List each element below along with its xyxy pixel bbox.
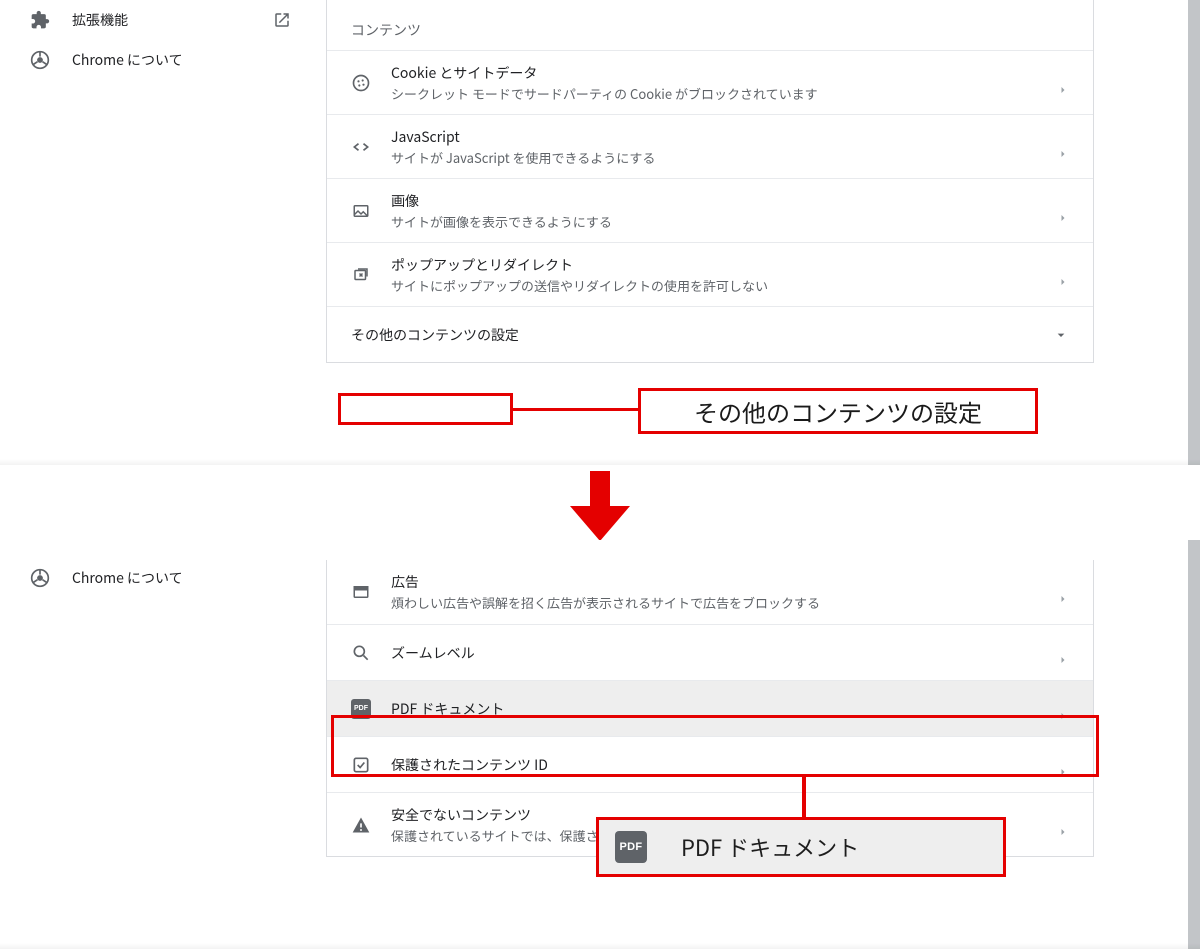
chevron-right-icon: [1057, 647, 1069, 659]
image-icon: [351, 201, 371, 221]
chevron-right-icon: [1057, 141, 1069, 153]
search-icon: [351, 643, 371, 663]
setting-desc: サイトが JavaScript を使用できるようにする: [391, 149, 1037, 167]
setting-desc: サイトが画像を表示できるようにする: [391, 213, 1037, 231]
setting-row-insecure-content[interactable]: 安全でないコンテンツ 保護されているサイトでは、保護されていないコンテンツはデフ…: [327, 792, 1093, 856]
sidebar-top: 拡張機能 Chrome について: [0, 0, 320, 80]
sidebar-item-label: Chrome について: [72, 50, 183, 70]
shield-check-icon: [351, 755, 371, 775]
right-edge-bar: [1188, 0, 1200, 465]
sidebar-item-extensions[interactable]: 拡張機能: [0, 0, 320, 40]
setting-row-popups[interactable]: ポップアップとリダイレクト サイトにポップアップの送信やリダイレクトの使用を許可…: [327, 242, 1093, 306]
sidebar-item-label: 拡張機能: [72, 10, 128, 30]
setting-desc: 煩わしい広告や誤解を招く広告が表示されるサイトで広告をブロックする: [391, 594, 1037, 612]
chevron-right-icon: [1057, 819, 1069, 831]
setting-title: 画像: [391, 191, 1037, 211]
chevron-right-icon: [1057, 205, 1069, 217]
chevron-right-icon: [1057, 77, 1069, 89]
setting-row-javascript[interactable]: JavaScript サイトが JavaScript を使用できるようにする: [327, 114, 1093, 178]
setting-desc: 保護されているサイトでは、保護されていないコンテンツはデフォルトでブロックされま…: [391, 827, 1037, 845]
panel-bottom: Chrome について 広告 煩わしい広告や誤解を招く広告が表示されるサイトで広…: [0, 540, 1200, 949]
row-other-content-settings[interactable]: その他のコンテンツの設定: [327, 306, 1093, 362]
setting-title: PDF ドキュメント: [391, 699, 1037, 719]
cookie-icon: [351, 73, 371, 93]
warning-icon: [351, 815, 371, 835]
setting-title: ポップアップとリダイレクト: [391, 255, 1037, 275]
sidebar-item-label: Chrome について: [72, 568, 183, 588]
open-in-new-icon: [272, 10, 292, 30]
puzzle-icon: [30, 10, 50, 30]
chevron-right-icon: [1057, 586, 1069, 598]
chevron-down-icon: [1053, 327, 1069, 343]
chevron-right-icon: [1057, 759, 1069, 771]
chevron-right-icon: [1057, 269, 1069, 281]
popup-icon: [351, 265, 371, 285]
setting-title: ズームレベル: [391, 643, 1037, 663]
setting-row-pdf[interactable]: PDF PDF ドキュメント: [327, 680, 1093, 736]
annotation-highlight-other-content-small: [338, 393, 513, 425]
setting-desc: サイトにポップアップの送信やリダイレクトの使用を許可しない: [391, 277, 1037, 295]
sidebar-bottom: Chrome について: [0, 558, 320, 598]
annotation-label-other-content: その他のコンテンツの設定: [638, 388, 1038, 434]
chrome-icon: [30, 50, 50, 70]
setting-title: 広告: [391, 572, 1037, 592]
setting-title: 保護されたコンテンツ ID: [391, 755, 1037, 775]
sidebar-item-about-chrome[interactable]: Chrome について: [0, 40, 320, 80]
sidebar-item-about-chrome[interactable]: Chrome について: [0, 558, 320, 598]
setting-row-protected-content[interactable]: 保護されたコンテンツ ID: [327, 736, 1093, 792]
row-label: その他のコンテンツの設定: [351, 325, 519, 345]
setting-title: 安全でないコンテンツ: [391, 805, 1037, 825]
annotation-label-text: その他のコンテンツの設定: [694, 394, 982, 429]
ads-icon: [351, 582, 371, 602]
panel-top: 拡張機能 Chrome について コンテンツ Cookie とサイトデータ シー…: [0, 0, 1200, 465]
content-settings-card-bottom: 広告 煩わしい広告や誤解を招く広告が表示されるサイトで広告をブロックする ズーム…: [326, 560, 1094, 857]
setting-row-zoom[interactable]: ズームレベル: [327, 624, 1093, 680]
pdf-icon: PDF: [351, 699, 371, 719]
down-arrow-annotation: [570, 471, 630, 541]
content-settings-card-top: コンテンツ Cookie とサイトデータ シークレット モードでサードパーティの…: [326, 0, 1094, 363]
annotation-connector-line: [513, 408, 638, 411]
code-icon: [351, 137, 371, 157]
setting-row-ads[interactable]: 広告 煩わしい広告や誤解を招く広告が表示されるサイトで広告をブロックする: [327, 560, 1093, 624]
setting-row-images[interactable]: 画像 サイトが画像を表示できるようにする: [327, 178, 1093, 242]
section-heading-content: コンテンツ: [327, 0, 1093, 50]
setting-row-cookies[interactable]: Cookie とサイトデータ シークレット モードでサードパーティの Cooki…: [327, 50, 1093, 114]
right-edge-bar: [1188, 540, 1200, 949]
setting-title: Cookie とサイトデータ: [391, 63, 1037, 83]
setting-desc: シークレット モードでサードパーティの Cookie がブロックされています: [391, 85, 1037, 103]
chevron-right-icon: [1057, 703, 1069, 715]
setting-title: JavaScript: [391, 127, 1037, 147]
chrome-icon: [30, 568, 50, 588]
